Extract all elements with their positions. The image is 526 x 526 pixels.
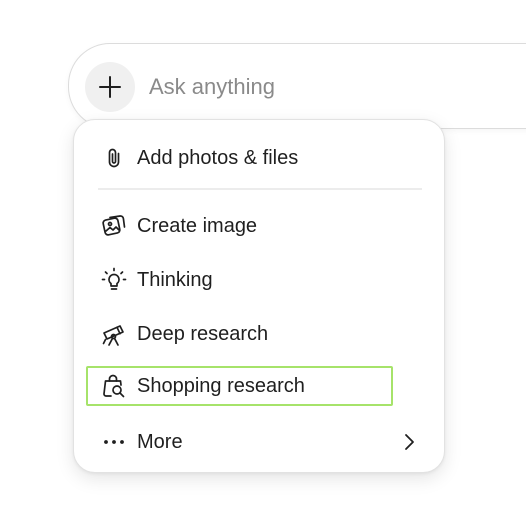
more-dots-icon [100, 428, 128, 456]
lightbulb-icon [100, 266, 128, 294]
add-button[interactable] [85, 62, 135, 112]
menu-item-create-image[interactable]: Create image [88, 204, 432, 248]
prompt-input[interactable] [149, 71, 509, 103]
menu-item-shopping-research[interactable]: Shopping research [86, 366, 393, 406]
menu-item-label: Deep research [137, 322, 269, 345]
menu-item-label: Add photos & files [137, 146, 299, 169]
plus-icon [97, 74, 123, 100]
menu-item-thinking[interactable]: Thinking [88, 258, 432, 302]
shopping-bag-search-icon [100, 372, 128, 400]
telescope-icon [100, 320, 128, 348]
paperclip-icon [100, 144, 128, 172]
menu-item-label: Thinking [137, 268, 213, 291]
menu-item-label: More [137, 430, 183, 453]
menu-item-label: Shopping research [137, 374, 305, 397]
attach-menu: Add photos & files Create image Thinking… [73, 119, 445, 473]
menu-item-add-photos-files[interactable]: Add photos & files [88, 136, 432, 180]
image-icon [100, 212, 128, 240]
menu-item-deep-research[interactable]: Deep research [88, 312, 432, 356]
menu-divider [98, 188, 422, 190]
app-stage: Add photos & files Create image [0, 0, 526, 526]
composer-bar [68, 43, 526, 129]
menu-item-label: Create image [137, 214, 258, 237]
menu-item-more[interactable]: More [88, 420, 432, 464]
chevron-right-icon [398, 431, 420, 453]
